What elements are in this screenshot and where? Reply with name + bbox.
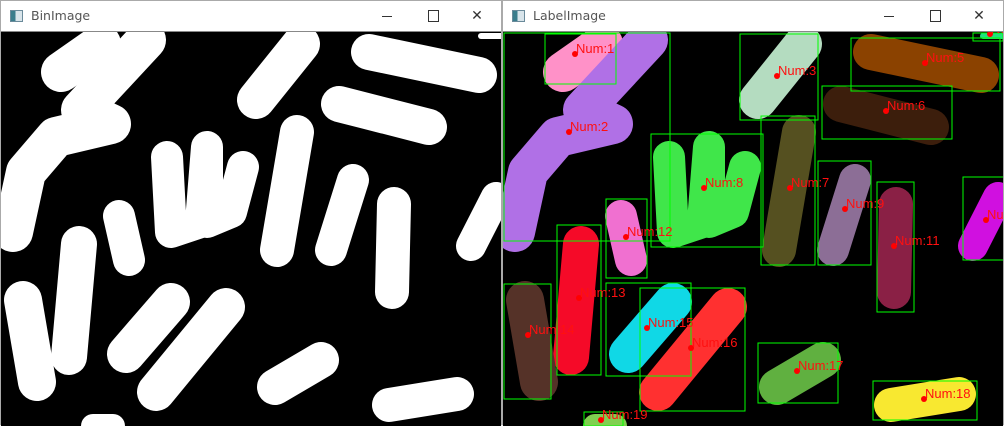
object-label: Num:14 (529, 322, 575, 337)
window-title: LabelImage (533, 8, 606, 23)
object-label: Num:9 (846, 196, 884, 211)
object-label: Num:1 (576, 41, 614, 56)
close-button[interactable]: ✕ (957, 1, 1001, 31)
object-label: Num:10 (987, 207, 1003, 222)
binary-blob (315, 164, 369, 266)
label-image: Num:1 Num:2 Num:3 Num:4 Num:5 Num:6 Num:7 Num:8… (503, 31, 1003, 426)
close-button[interactable]: ✕ (455, 1, 499, 31)
label-image-canvas: Num:1 Num:2 Num:3 Num:4 Num:5 Num:6 Num:7 Num:8… (503, 32, 1003, 426)
title-bar[interactable]: LabelImage ✕ (503, 1, 1003, 31)
object-label: Num:4 (991, 32, 1003, 36)
object-label: Num:11 (895, 233, 940, 248)
object-label: Num:3 (778, 63, 816, 78)
minimize-button[interactable] (867, 1, 911, 31)
binary-blob (151, 131, 259, 248)
maximize-icon (427, 10, 439, 22)
binary-blob (51, 226, 97, 375)
binary-blob (372, 377, 474, 422)
object-label: Num:7 (791, 175, 829, 190)
title-bar[interactable]: BinImage ✕ (1, 1, 501, 31)
binary-blob (107, 283, 190, 373)
labeled-blob-9 (817, 164, 871, 266)
binimage-window: BinImage ✕ (0, 0, 502, 426)
labeled-blob-14 (506, 281, 558, 401)
binary-blob (375, 187, 411, 309)
object-label: Num:13 (580, 285, 626, 300)
binary-blob (257, 342, 339, 405)
binary-blob (4, 281, 56, 401)
binary-image (1, 31, 501, 426)
labelimage-window: LabelImage ✕ Num:1Num:2Num:3Num:4Num:5Nu… (502, 0, 1004, 426)
binary-image-canvas (1, 32, 501, 426)
minimize-button[interactable] (365, 1, 409, 31)
close-icon: ✕ (973, 8, 985, 24)
maximize-icon (929, 10, 941, 22)
object-label: Num:16 (692, 335, 738, 350)
object-label: Num:17 (798, 358, 844, 373)
binary-blob (351, 34, 497, 93)
binary-blob (237, 32, 320, 119)
window-app-icon (10, 10, 23, 22)
binary-blob (260, 115, 314, 267)
minimize-icon (382, 15, 392, 17)
maximize-button[interactable] (411, 1, 455, 31)
minimize-icon (884, 15, 894, 17)
binary-blob (456, 182, 501, 261)
object-label: Num:5 (926, 50, 964, 65)
object-label: Num:2 (570, 119, 608, 134)
window-title: BinImage (31, 8, 91, 23)
maximize-button[interactable] (913, 1, 957, 31)
labeled-blob-7 (762, 115, 816, 267)
object-label: Num:12 (627, 224, 673, 239)
object-label: Num:6 (887, 98, 925, 113)
binary-blob (103, 200, 145, 276)
close-icon: ✕ (471, 8, 483, 24)
binary-blob (321, 86, 447, 145)
window-app-icon (512, 10, 525, 22)
object-label: Num:19 (602, 407, 648, 422)
object-label: Num:15 (648, 315, 694, 330)
object-label: Num:8 (705, 175, 743, 190)
object-label: Num:18 (925, 386, 971, 401)
